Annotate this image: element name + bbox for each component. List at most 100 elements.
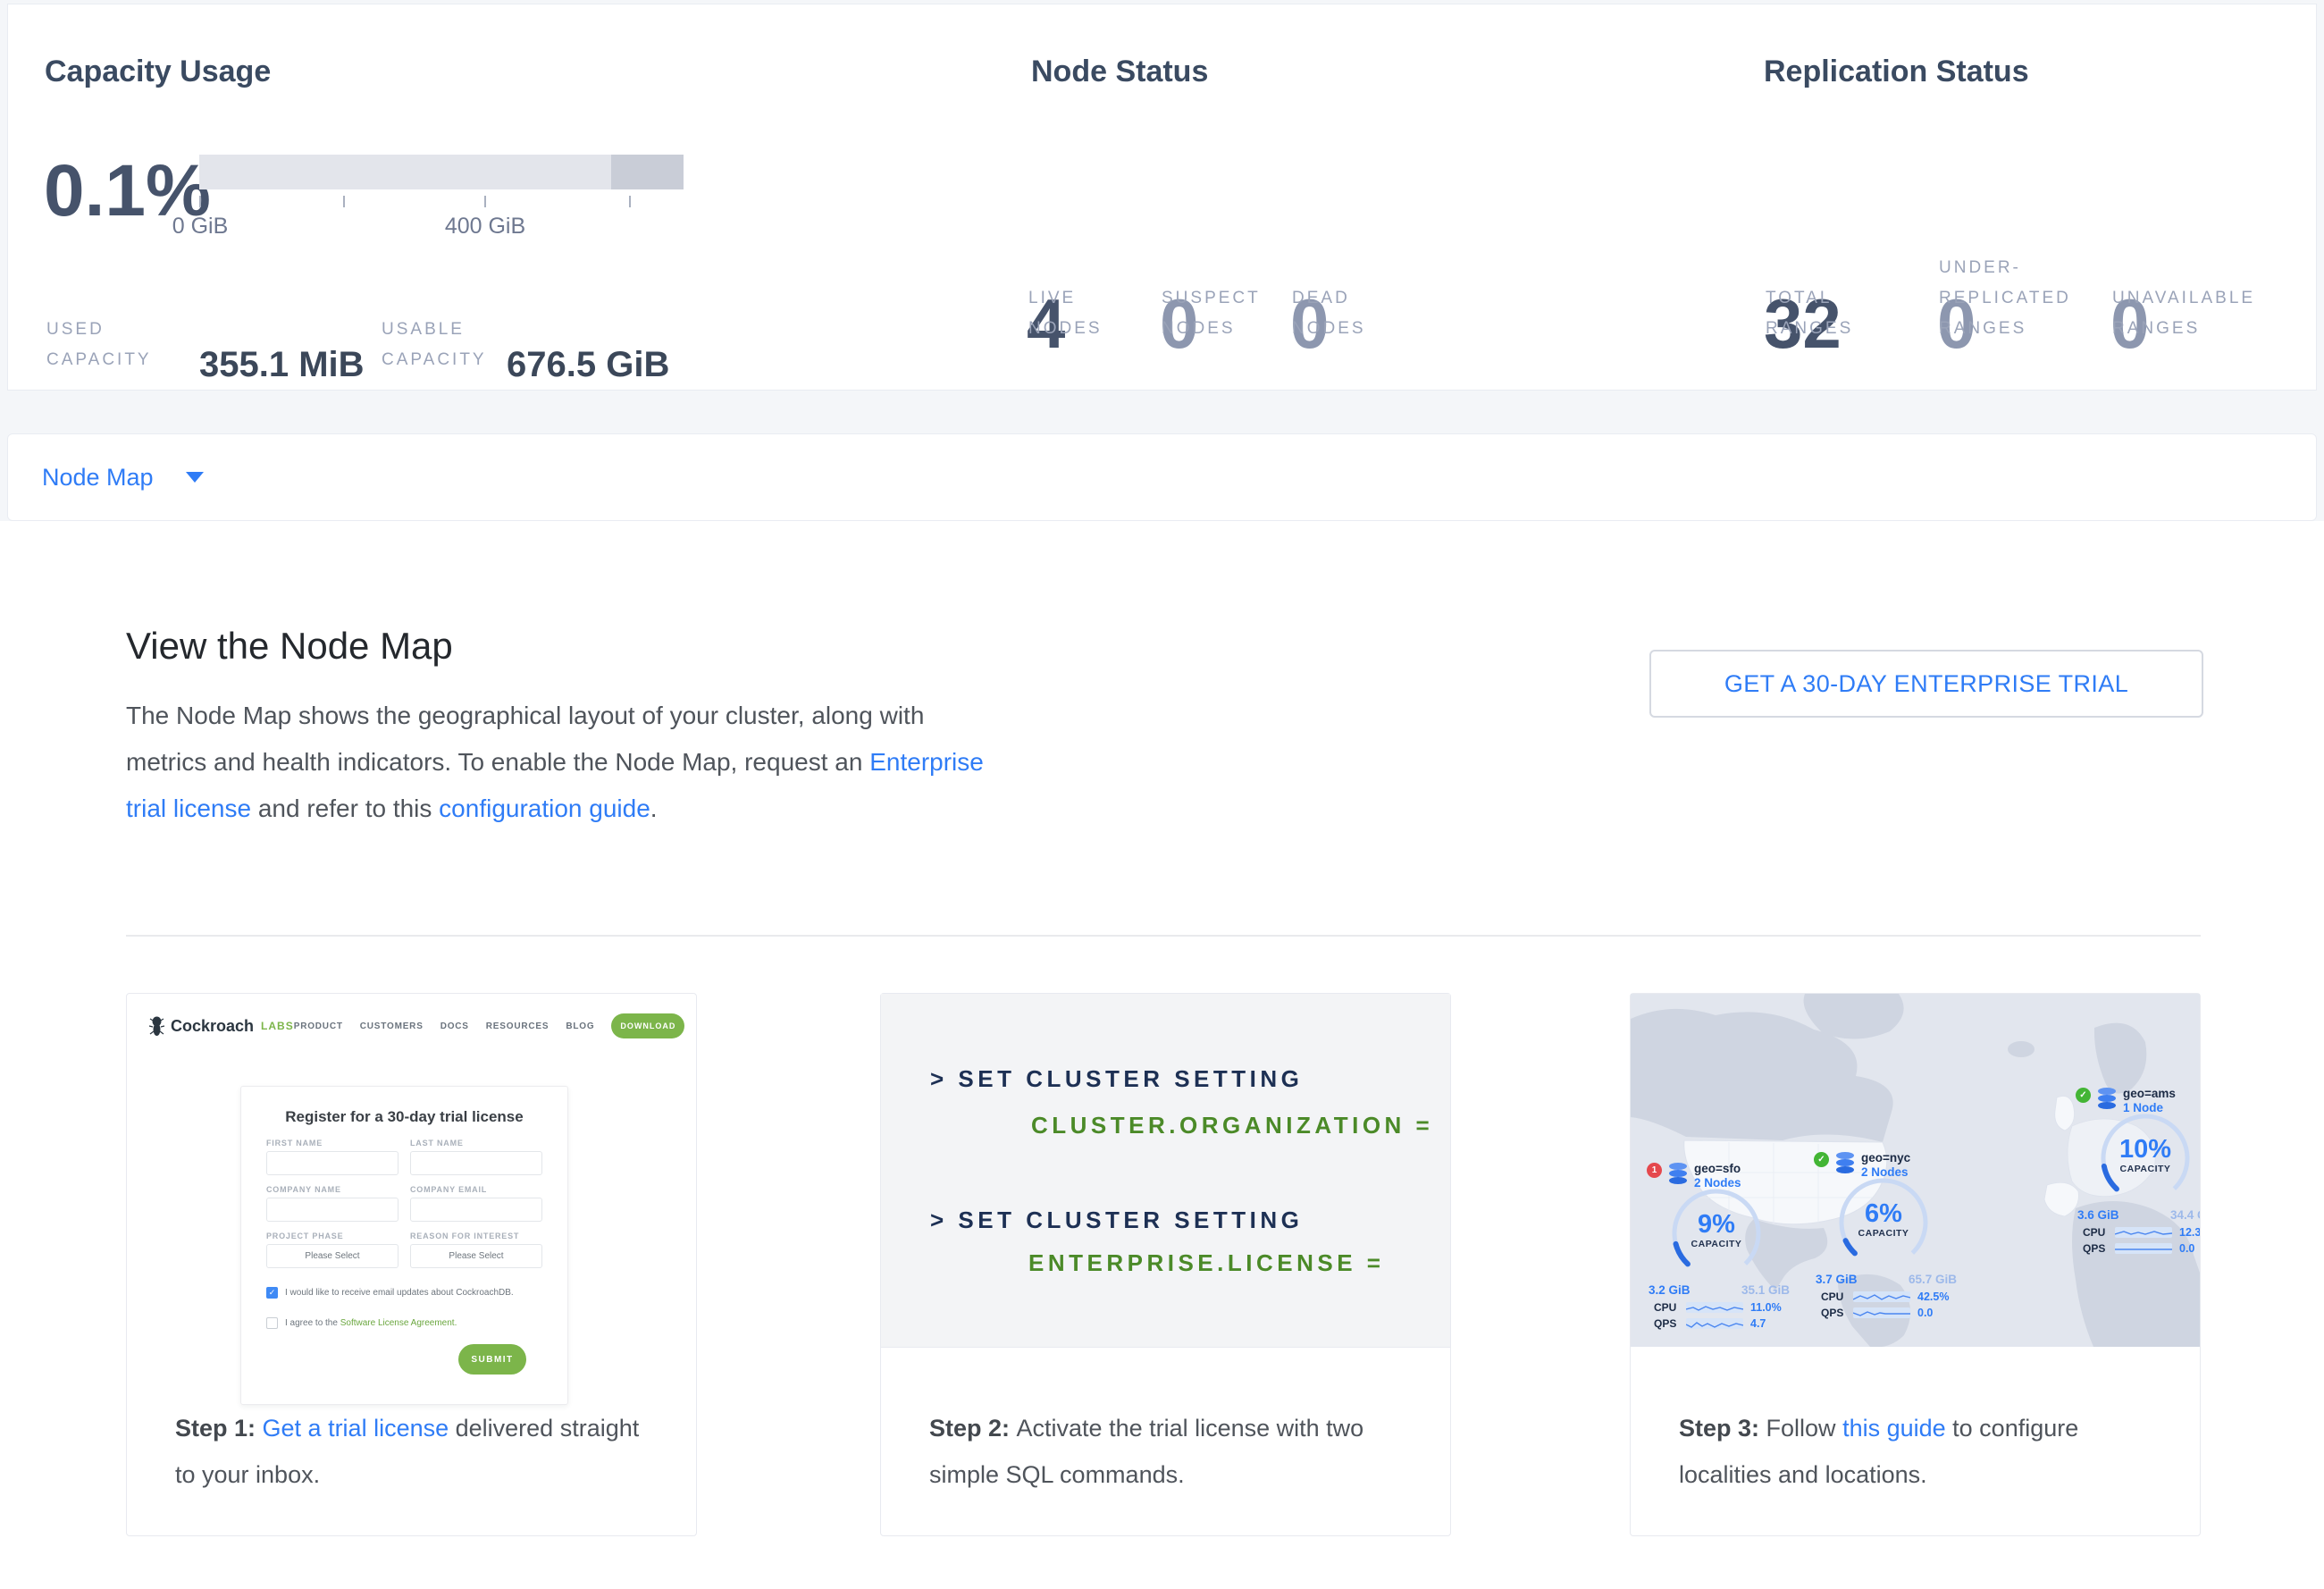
qps-label: QPS bbox=[1654, 1317, 1679, 1330]
sql-statement: > SET CLUSTER SETTING bbox=[930, 1206, 1303, 1234]
inline-link[interactable]: Software License Agreement. bbox=[340, 1318, 457, 1328]
capacity-axis-tick bbox=[343, 196, 345, 207]
database-icon bbox=[1834, 1151, 1856, 1174]
node-locality: geo=sfo bbox=[1694, 1162, 1741, 1176]
qps-sparkline bbox=[2115, 1243, 2172, 1254]
sql-setting-name: CLUSTER.ORGANIZATION = bbox=[1031, 1112, 1433, 1139]
qps-row: QPS 0.0 bbox=[2083, 1242, 2194, 1255]
node-map-content: View the Node Map The Node Map shows the… bbox=[0, 521, 2324, 1589]
dead-nodes-stat: 0 DEAD NODES bbox=[1290, 147, 1415, 344]
capacity-total: 65.7 GiB bbox=[1909, 1273, 1957, 1286]
suspect-nodes-stat: 0 SUSPECT NODES bbox=[1160, 147, 1285, 344]
capacity-percent: 9% bbox=[1670, 1210, 1763, 1239]
field-label: COMPANY NAME bbox=[266, 1185, 399, 1194]
capacity-label: CAPACITY bbox=[1837, 1228, 1930, 1239]
cpu-sparkline bbox=[1686, 1302, 1743, 1313]
field-first-name: FIRST NAME bbox=[266, 1139, 399, 1175]
qps-row: QPS 4.7 bbox=[1654, 1317, 1766, 1330]
qps-row: QPS 0.0 bbox=[1821, 1307, 1933, 1319]
nav-item-docs[interactable]: DOCS bbox=[440, 1022, 469, 1031]
capacity-total: 35.1 GiB bbox=[1741, 1283, 1790, 1297]
company-name-input[interactable] bbox=[266, 1198, 399, 1222]
first-name-input[interactable] bbox=[266, 1151, 399, 1175]
used-capacity-value: 355.1 MiB bbox=[199, 345, 365, 385]
nav-item-resources[interactable]: RESOURCES bbox=[486, 1022, 550, 1031]
qps-value: 0.0 bbox=[1917, 1307, 1933, 1319]
step1-card: Cockroach LABS PRODUCT CUSTOMERS DOCS RE… bbox=[126, 993, 697, 1536]
reason-for-interest-select[interactable]: Please Select bbox=[410, 1244, 542, 1268]
step2-caption: Step 2: Activate the trial license with … bbox=[929, 1405, 1411, 1498]
field-label: REASON FOR INTEREST bbox=[410, 1232, 542, 1240]
sql-statement: > SET CLUSTER SETTING bbox=[930, 1065, 1303, 1093]
text-segment: Step 2: bbox=[929, 1415, 1017, 1442]
node-map-dropdown[interactable]: Node Map bbox=[42, 434, 204, 520]
inline-link[interactable]: Get a trial license bbox=[263, 1415, 449, 1442]
inline-link[interactable]: this guide bbox=[1842, 1415, 1946, 1442]
used-capacity-label: USED CAPACITY bbox=[46, 315, 155, 375]
capacity-used: 3.2 GiB bbox=[1649, 1283, 1691, 1297]
field-project-phase: PROJECT PHASE Please Select bbox=[266, 1232, 399, 1268]
trial-registration-form: Register for a 30-day trial license FIRS… bbox=[240, 1086, 568, 1405]
sql-keyword: SET CLUSTER SETTING bbox=[958, 1065, 1303, 1092]
capacity-bar-dark-segment bbox=[611, 155, 684, 189]
capacity-ring: 6% CAPACITY bbox=[1837, 1176, 1930, 1269]
capacity-used: 3.7 GiB bbox=[1816, 1273, 1858, 1286]
qps-sparkline bbox=[1686, 1318, 1743, 1329]
minisite-header: Cockroach LABS PRODUCT CUSTOMERS DOCS RE… bbox=[148, 1006, 680, 1046]
healthy-badge: ✓ bbox=[1814, 1152, 1829, 1167]
capacity-percent: 10% bbox=[2099, 1135, 2192, 1164]
email-updates-label: I would like to receive email updates ab… bbox=[285, 1288, 514, 1298]
healthy-badge: ✓ bbox=[2076, 1088, 2091, 1103]
qps-label: QPS bbox=[2083, 1242, 2108, 1255]
intro-paragraph: The Node Map shows the geographical layo… bbox=[126, 693, 1011, 832]
ring-text: 6% CAPACITY bbox=[1837, 1199, 1930, 1239]
capacity-axis-tick bbox=[629, 196, 631, 207]
last-name-input[interactable] bbox=[410, 1151, 542, 1175]
license-agreement-checkbox[interactable] bbox=[266, 1317, 278, 1329]
logo-text-primary: Cockroach bbox=[171, 1017, 254, 1036]
node-locality: geo=nyc bbox=[1861, 1151, 1910, 1165]
replication-status-title: Replication Status bbox=[1764, 55, 2029, 89]
step1-caption: Step 1: Get a trial license delivered st… bbox=[175, 1405, 657, 1498]
download-button[interactable]: DOWNLOAD bbox=[611, 1013, 684, 1038]
project-phase-select[interactable]: Please Select bbox=[266, 1244, 399, 1268]
text-segment: I would like to receive email updates ab… bbox=[285, 1288, 514, 1298]
license-agreement-option: I agree to the Software License Agreemen… bbox=[266, 1317, 457, 1329]
cpu-value: 42.5% bbox=[1917, 1291, 1949, 1303]
cpu-value: 11.0% bbox=[1750, 1301, 1782, 1314]
submit-button[interactable]: SUBMIT bbox=[458, 1344, 526, 1375]
sql-setting-name: ENTERPRISE.LICENSE = bbox=[1028, 1249, 1384, 1277]
cpu-row: CPU 42.5% bbox=[1821, 1291, 1949, 1303]
cpu-value: 12.3% bbox=[2179, 1226, 2200, 1239]
text-segment: and refer to this bbox=[251, 794, 439, 822]
nav-item-product[interactable]: PRODUCT bbox=[294, 1022, 343, 1031]
form-title: Register for a 30-day trial license bbox=[241, 1108, 567, 1126]
node-map-dropdown-label: Node Map bbox=[42, 464, 154, 492]
qps-value: 0.0 bbox=[2179, 1242, 2194, 1255]
email-updates-checkbox[interactable]: ✓ bbox=[266, 1287, 278, 1299]
qps-value: 4.7 bbox=[1750, 1317, 1766, 1330]
field-label: FIRST NAME bbox=[266, 1139, 399, 1148]
live-nodes-label: LIVE NODES bbox=[1028, 283, 1127, 344]
capacity-usage-title: Capacity Usage bbox=[45, 55, 271, 89]
cluster-summary-panel: Capacity Usage 0.1% 0 GiB 400 GiB USED C… bbox=[7, 4, 2317, 391]
form-fields: FIRST NAME LAST NAME COMPANY NAME COMPAN… bbox=[266, 1139, 542, 1268]
roach-icon bbox=[148, 1016, 165, 1037]
dead-nodes-label: DEAD NODES bbox=[1292, 283, 1390, 344]
usable-capacity-value: 676.5 GiB bbox=[507, 345, 669, 385]
ring-text: 9% CAPACITY bbox=[1670, 1210, 1763, 1249]
capacity-ring: 9% CAPACITY bbox=[1670, 1187, 1763, 1280]
cpu-sparkline bbox=[2115, 1227, 2172, 1238]
nav-item-blog[interactable]: BLOG bbox=[566, 1022, 594, 1031]
company-email-input[interactable] bbox=[410, 1198, 542, 1222]
inline-link[interactable]: configuration guide bbox=[439, 794, 650, 822]
qps-sparkline bbox=[1853, 1307, 1910, 1318]
under-replicated-ranges-label: UNDER-REPLICATED RANGES bbox=[1939, 253, 2091, 344]
nav-item-customers[interactable]: CUSTOMERS bbox=[360, 1022, 424, 1031]
field-label: PROJECT PHASE bbox=[266, 1232, 399, 1240]
unavailable-ranges-label: UNAVAILABLE RANGES bbox=[2112, 283, 2278, 344]
cpu-sparkline bbox=[1853, 1291, 1910, 1302]
node-map-section-bar: Node Map bbox=[7, 433, 2317, 521]
cpu-label: CPU bbox=[1821, 1291, 1846, 1303]
enterprise-trial-button[interactable]: GET A 30-DAY ENTERPRISE TRIAL bbox=[1649, 650, 2203, 718]
